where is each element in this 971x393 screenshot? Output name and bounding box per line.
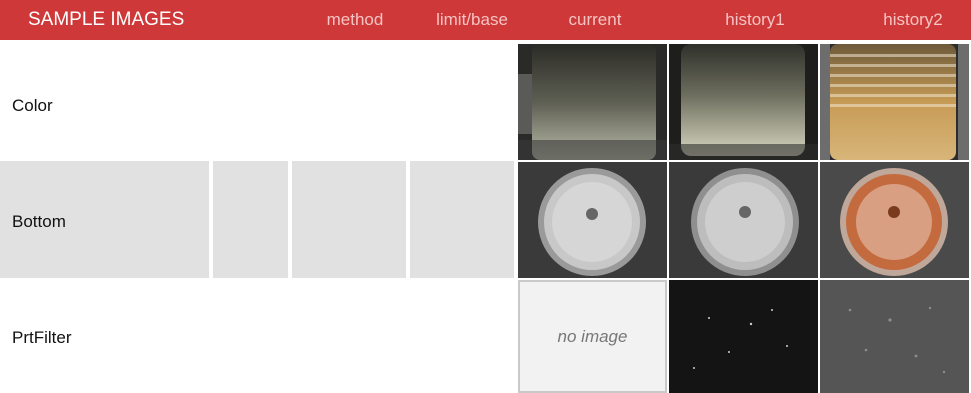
column-header-history1: history1 — [725, 10, 785, 29]
column-header-current: current — [568, 10, 622, 29]
bottom-empty-cell — [410, 161, 514, 278]
column-header-limit-base: limit/base — [436, 10, 508, 29]
prtfilter-current-no-image: no image — [518, 280, 667, 393]
bottom-method-cell — [213, 161, 288, 278]
bottom-limit-cell — [292, 161, 406, 278]
color-history1-image[interactable] — [669, 44, 818, 160]
row-label-bottom: Bottom — [12, 212, 66, 231]
section-title: SAMPLE IMAGES — [28, 9, 185, 30]
no-image-text: no image — [557, 326, 628, 346]
color-current-image[interactable] — [518, 44, 667, 160]
row-label-prtfilter: PrtFilter — [12, 328, 72, 347]
prtfilter-history1-image[interactable] — [669, 280, 818, 393]
prtfilter-history2-image[interactable] — [820, 280, 969, 393]
bottom-history2-image[interactable] — [820, 162, 969, 278]
row-label-color: Color — [12, 96, 53, 115]
color-history2-image[interactable] — [820, 44, 969, 160]
column-header-history2: history2 — [883, 10, 943, 29]
header-bar: SAMPLE IMAGES method limit/base current … — [0, 0, 971, 40]
column-header-method: method — [326, 10, 384, 29]
bottom-current-image[interactable] — [518, 162, 667, 278]
bottom-history1-image[interactable] — [669, 162, 818, 278]
